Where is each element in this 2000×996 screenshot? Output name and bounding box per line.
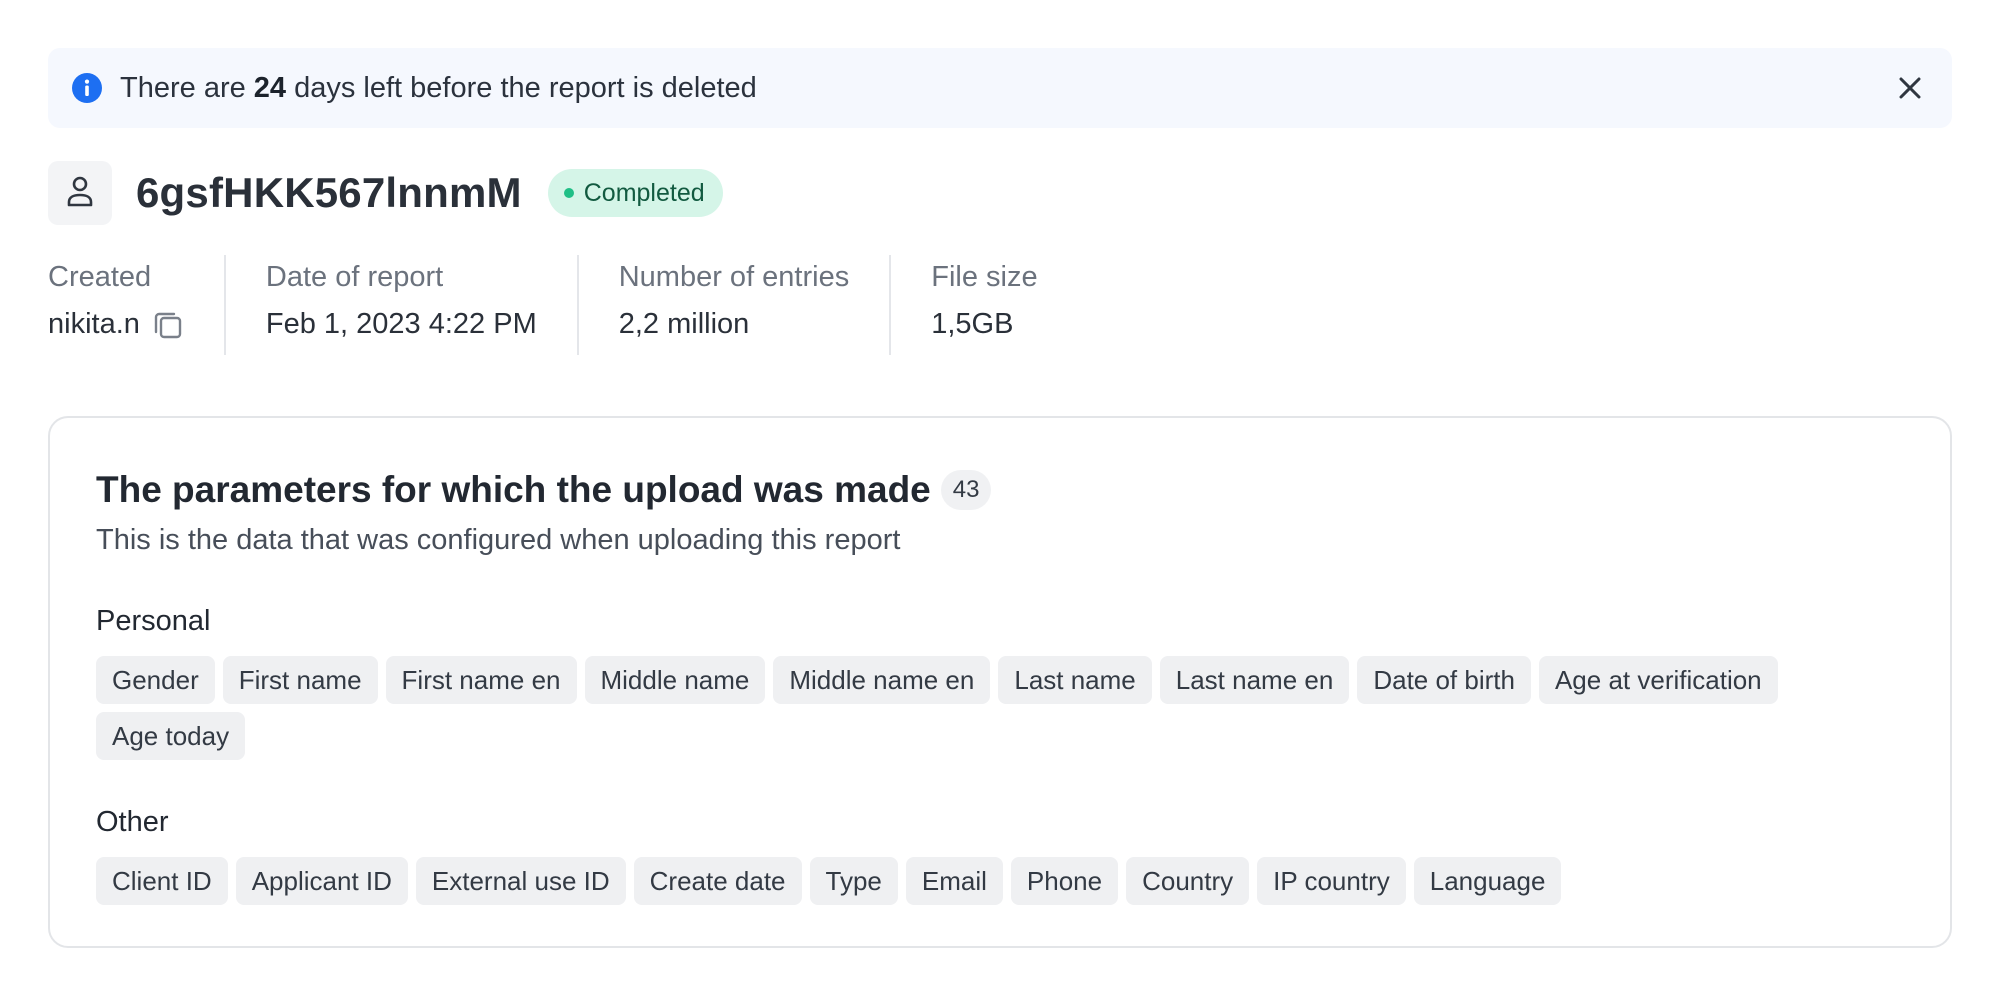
meta-entries: Number of entries 2,2 million: [576, 255, 890, 355]
meta-date: Date of report Feb 1, 2023 4:22 PM: [223, 255, 577, 355]
parameter-tag: Gender: [96, 656, 215, 704]
meta-label: File size: [931, 261, 1038, 293]
notice-prefix: There are: [120, 71, 254, 104]
meta-value: Feb 1, 2023 4:22 PM: [265, 308, 537, 340]
parameter-tag: Applicant ID: [235, 857, 408, 905]
parameter-tag: Email: [905, 857, 1003, 905]
page-title: 6gsfHKK567lnnmM: [136, 169, 522, 216]
report-meta: Created nikita.n Date of report Feb 1, 2…: [48, 255, 1078, 355]
parameter-tag: Create date: [633, 857, 802, 905]
parameter-tag: Age at verification: [1538, 656, 1778, 704]
parameter-tag: IP country: [1257, 857, 1406, 905]
notice-days: 24: [253, 71, 287, 104]
created-by-value: nikita.n: [48, 308, 140, 340]
parameter-tag: Country: [1126, 857, 1250, 905]
card-title: The parameters for which the upload was …: [96, 469, 931, 510]
parameter-tag: Client ID: [96, 857, 228, 905]
count-badge: 43: [940, 470, 992, 510]
group-title-personal: Personal: [96, 605, 211, 637]
meta-size: File size 1,5GB: [889, 255, 1077, 355]
group-title-other: Other: [96, 806, 169, 838]
tag-list-other: Client ID Applicant ID External use ID C…: [96, 857, 1896, 913]
card-subtitle: This is the data that was configured whe…: [96, 524, 901, 556]
parameter-tag: Phone: [1010, 857, 1119, 905]
status-dot-icon: [563, 188, 574, 198]
meta-label: Date of report: [265, 261, 444, 293]
deletion-notice: There are 24 days left before the report…: [48, 48, 1952, 128]
meta-value: 1,5GB: [931, 308, 1014, 340]
parameters-card: The parameters for which the upload was …: [48, 416, 1952, 948]
report-header: 6gsfHKK567lnnmM Completed: [48, 160, 723, 226]
status-badge: Completed: [547, 169, 723, 217]
parameter-tag: External use ID: [415, 857, 626, 905]
info-icon: [72, 73, 102, 103]
parameter-tag: Language: [1413, 857, 1562, 905]
notice-text: There are 24 days left before the report…: [120, 72, 757, 105]
meta-label: Created: [48, 261, 152, 293]
copy-icon[interactable]: [152, 309, 184, 341]
parameter-tag: Date of birth: [1357, 656, 1531, 704]
parameter-tag: Last name en: [1159, 656, 1350, 704]
meta-value: nikita.n: [48, 308, 184, 341]
close-icon[interactable]: [1892, 70, 1928, 106]
card-title-row: The parameters for which the upload was …: [96, 464, 1904, 516]
parameter-tag: First name: [222, 656, 378, 704]
user-icon: [65, 174, 95, 213]
avatar: [48, 161, 112, 225]
meta-created: Created nikita.n: [48, 255, 224, 355]
parameter-tag: Last name: [998, 656, 1152, 704]
notice-suffix: days left before the report is deleted: [286, 71, 757, 104]
meta-value: 2,2 million: [618, 308, 750, 340]
tag-list-personal: Gender First name First name en Middle n…: [96, 656, 1896, 768]
meta-label: Number of entries: [618, 261, 850, 293]
parameter-tag: First name en: [385, 656, 577, 704]
parameter-tag: Type: [809, 857, 898, 905]
parameter-tag: Age today: [96, 712, 246, 760]
parameter-tag: Middle name: [584, 656, 766, 704]
status-label: Completed: [583, 178, 705, 207]
parameter-tag: Middle name en: [773, 656, 991, 704]
